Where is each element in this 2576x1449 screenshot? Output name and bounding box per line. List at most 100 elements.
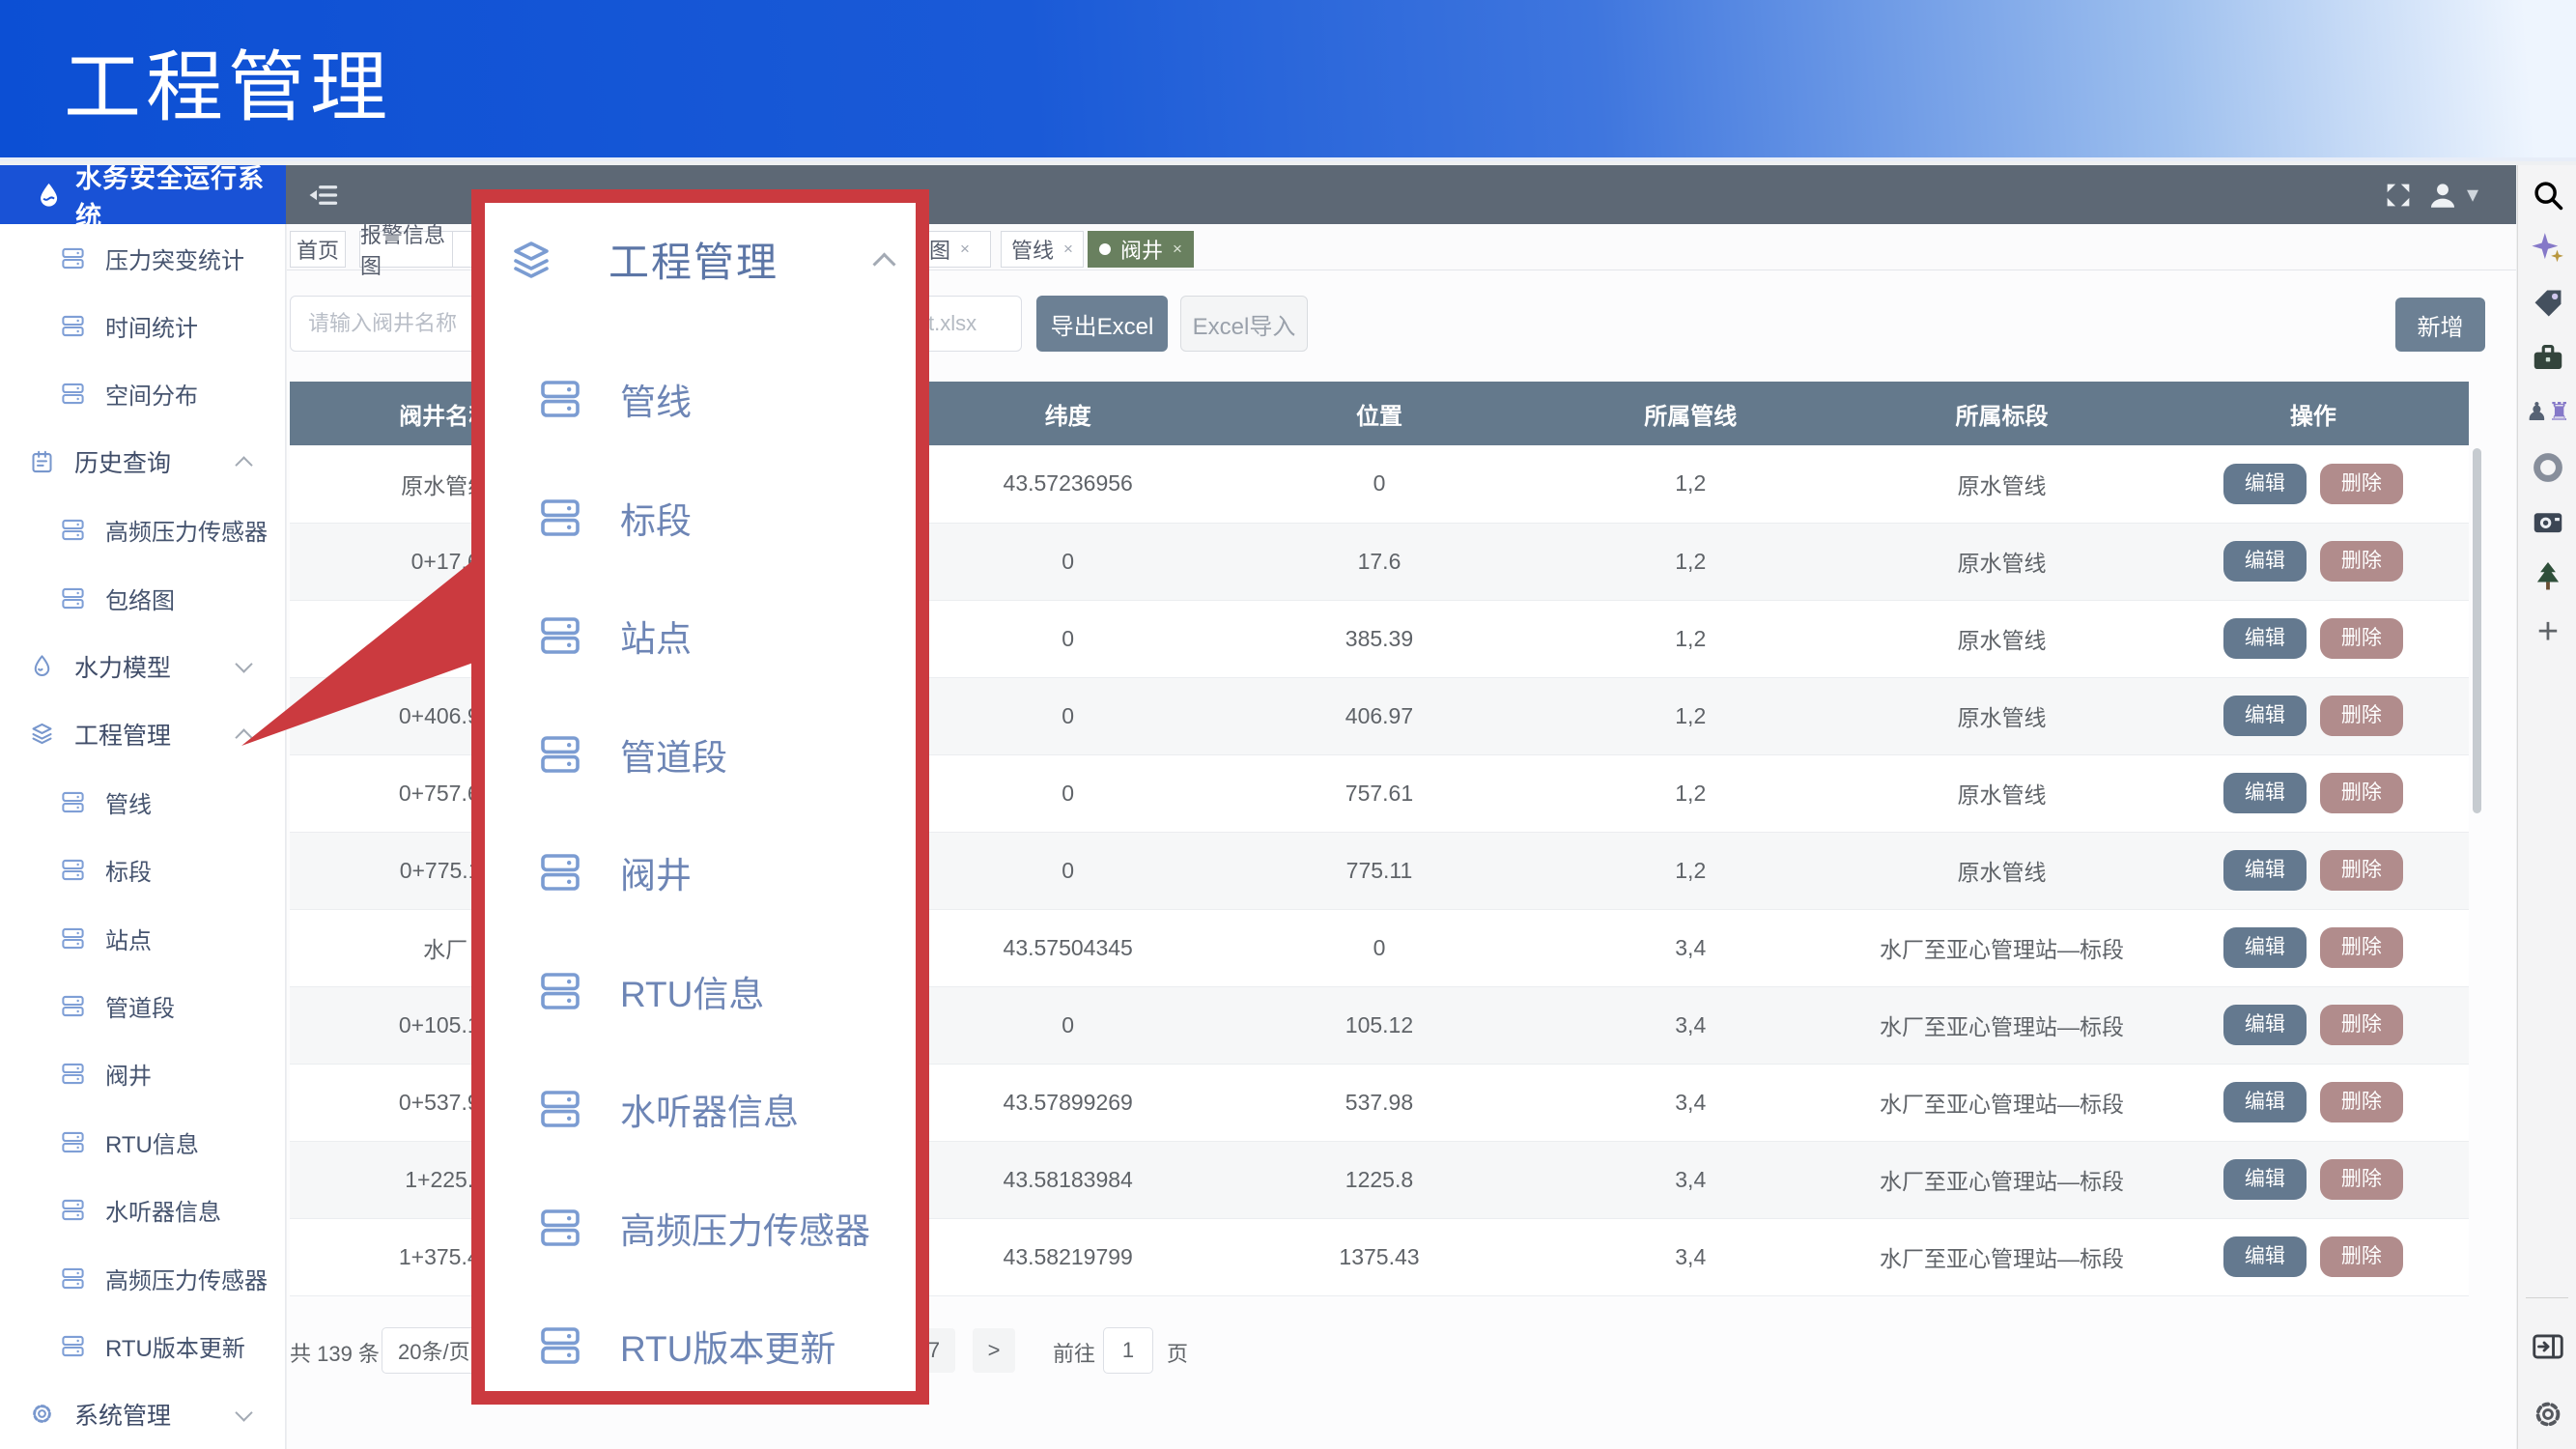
tab-管线[interactable]: 管线 × xyxy=(1001,231,1084,268)
server-icon xyxy=(60,1197,86,1223)
ring-icon[interactable] xyxy=(2530,449,2566,486)
close-icon[interactable]: × xyxy=(1063,240,1073,259)
popup-menu-item-站点[interactable]: 站点 xyxy=(485,577,916,696)
sidebar-item-历史查询[interactable]: 历史查询 xyxy=(0,428,285,496)
delete-button[interactable]: 删除 xyxy=(2320,696,2403,736)
table-cell: 43.57504345 xyxy=(913,909,1224,986)
total-count: 共 139 条 xyxy=(290,1337,380,1368)
sidebar-item-站点[interactable]: 站点 xyxy=(0,904,285,972)
edit-button[interactable]: 编辑 xyxy=(2223,1236,2307,1277)
sidebar-item-RTU信息[interactable]: RTU信息 xyxy=(0,1108,285,1176)
server-icon xyxy=(60,925,86,952)
delete-button[interactable]: 删除 xyxy=(2320,1236,2403,1277)
row-actions: 编辑删除 xyxy=(2158,986,2469,1064)
table-cell: 1,2 xyxy=(1535,600,1846,677)
panel-icon[interactable] xyxy=(2530,1328,2566,1365)
delete-button[interactable]: 删除 xyxy=(2320,850,2403,891)
edit-button[interactable]: 编辑 xyxy=(2223,1082,2307,1122)
close-icon[interactable]: × xyxy=(1173,240,1182,259)
sidebar-item-RTU版本更新[interactable]: RTU版本更新 xyxy=(0,1312,285,1379)
edit-button[interactable]: 编辑 xyxy=(2223,773,2307,813)
page-banner: 工程管理 xyxy=(0,0,2576,161)
table-cell: 1375.43 xyxy=(1224,1218,1535,1295)
server-icon xyxy=(60,381,86,407)
close-icon[interactable]: × xyxy=(960,240,970,259)
server-icon xyxy=(60,993,86,1019)
fullscreen-icon[interactable] xyxy=(2382,179,2415,212)
delete-button[interactable]: 删除 xyxy=(2320,618,2403,659)
popup-header[interactable]: 工程管理 xyxy=(485,203,916,289)
delete-button[interactable]: 删除 xyxy=(2320,541,2403,582)
edit-button[interactable]: 编辑 xyxy=(2223,618,2307,659)
briefcase-icon[interactable] xyxy=(2530,339,2566,376)
popup-menu-item-RTU版本更新[interactable]: RTU版本更新 xyxy=(485,1287,916,1406)
tab-label: 管线 xyxy=(1011,234,1054,265)
delete-button[interactable]: 删除 xyxy=(2320,464,2403,504)
import-excel-button[interactable]: Excel导入 xyxy=(1180,296,1308,352)
sidebar-item-高频压力传感器[interactable]: 高频压力传感器 xyxy=(0,1244,285,1312)
search-icon[interactable] xyxy=(2530,177,2566,213)
sidebar-item-阀井[interactable]: 阀井 xyxy=(0,1040,285,1108)
sidebar-item-系统管理[interactable]: 系统管理 xyxy=(0,1380,285,1448)
edit-button[interactable]: 编辑 xyxy=(2223,850,2307,891)
popup-menu-item-管线[interactable]: 管线 xyxy=(485,340,916,459)
popup-menu-item-水听器信息[interactable]: 水听器信息 xyxy=(485,1050,916,1169)
sidebar-item-水力模型[interactable]: 水力模型 xyxy=(0,632,285,699)
server-icon xyxy=(537,612,583,659)
delete-button[interactable]: 删除 xyxy=(2320,1082,2403,1122)
goto-page-input[interactable] xyxy=(1103,1327,1153,1374)
server-icon xyxy=(60,585,86,611)
delete-button[interactable]: 删除 xyxy=(2320,927,2403,968)
collapse-menu-icon[interactable] xyxy=(305,178,340,213)
sidebar-item-包络图[interactable]: 包络图 xyxy=(0,564,285,632)
popup-menu-item-标段[interactable]: 标段 xyxy=(485,459,916,578)
tab-阀井[interactable]: 阀井× xyxy=(1088,231,1194,268)
table-cell: 17.6 xyxy=(1224,523,1535,600)
add-button[interactable]: 新增 xyxy=(2395,298,2485,352)
edit-button[interactable]: 编辑 xyxy=(2223,1159,2307,1200)
sidebar: 压力突变统计时间统计空间分布历史查询高频压力传感器包络图水力模型工程管理管线标段… xyxy=(0,224,286,1449)
sidebar-item-空间分布[interactable]: 空间分布 xyxy=(0,360,285,428)
sidebar-item-管线[interactable]: 管线 xyxy=(0,768,285,836)
export-excel-button[interactable]: 导出Excel xyxy=(1036,296,1168,352)
popup-menu-item-高频压力传感器[interactable]: 高频压力传感器 xyxy=(485,1169,916,1288)
edit-button[interactable]: 编辑 xyxy=(2223,541,2307,582)
sidebar-item-水听器信息[interactable]: 水听器信息 xyxy=(0,1176,285,1243)
edit-button[interactable]: 编辑 xyxy=(2223,927,2307,968)
table-cell: 775.11 xyxy=(1224,832,1535,909)
sidebar-item-label: 高频压力传感器 xyxy=(105,1262,268,1295)
tag-icon[interactable] xyxy=(2530,285,2566,322)
tree-icon[interactable] xyxy=(2530,558,2566,595)
edit-button[interactable]: 编辑 xyxy=(2223,464,2307,504)
camera-icon[interactable] xyxy=(2530,503,2566,540)
server-icon xyxy=(537,1205,583,1251)
sidebar-item-label: 管道段 xyxy=(105,989,175,1023)
table-scrollbar[interactable] xyxy=(2473,448,2481,813)
user-icon[interactable] xyxy=(2426,179,2459,212)
tab-首页[interactable]: 首页 xyxy=(290,231,346,268)
caret-down-icon[interactable]: ▾ xyxy=(2467,181,2478,210)
popup-menu-item-阀井[interactable]: 阀井 xyxy=(485,813,916,932)
edit-button[interactable]: 编辑 xyxy=(2223,1005,2307,1045)
sparkle-icon[interactable] xyxy=(2530,230,2566,267)
edit-button[interactable]: 编辑 xyxy=(2223,696,2307,736)
column-header: 所属管线 xyxy=(1535,382,1846,445)
chess-icon[interactable]: ♟♜ xyxy=(2530,394,2566,431)
popup-menu-item-管道段[interactable]: 管道段 xyxy=(485,696,916,814)
sidebar-item-管道段[interactable]: 管道段 xyxy=(0,972,285,1039)
popup-item-label: RTU信息 xyxy=(620,965,764,1017)
popup-menu-item-RTU信息[interactable]: RTU信息 xyxy=(485,932,916,1051)
plus-icon[interactable]: + xyxy=(2530,613,2566,650)
sidebar-item-工程管理[interactable]: 工程管理 xyxy=(0,700,285,768)
gear-outline-icon[interactable] xyxy=(2530,1396,2566,1433)
delete-button[interactable]: 删除 xyxy=(2320,773,2403,813)
sidebar-item-label: 压力突变统计 xyxy=(105,242,244,275)
sidebar-item-高频压力传感器[interactable]: 高频压力传感器 xyxy=(0,497,285,564)
sidebar-item-时间统计[interactable]: 时间统计 xyxy=(0,292,285,359)
delete-button[interactable]: 删除 xyxy=(2320,1005,2403,1045)
sidebar-item-标段[interactable]: 标段 xyxy=(0,837,285,904)
delete-button[interactable]: 删除 xyxy=(2320,1159,2403,1200)
sidebar-item-压力突变统计[interactable]: 压力突变统计 xyxy=(0,224,285,292)
table-cell: 0 xyxy=(913,523,1224,600)
next-page-button[interactable]: > xyxy=(973,1328,1015,1373)
